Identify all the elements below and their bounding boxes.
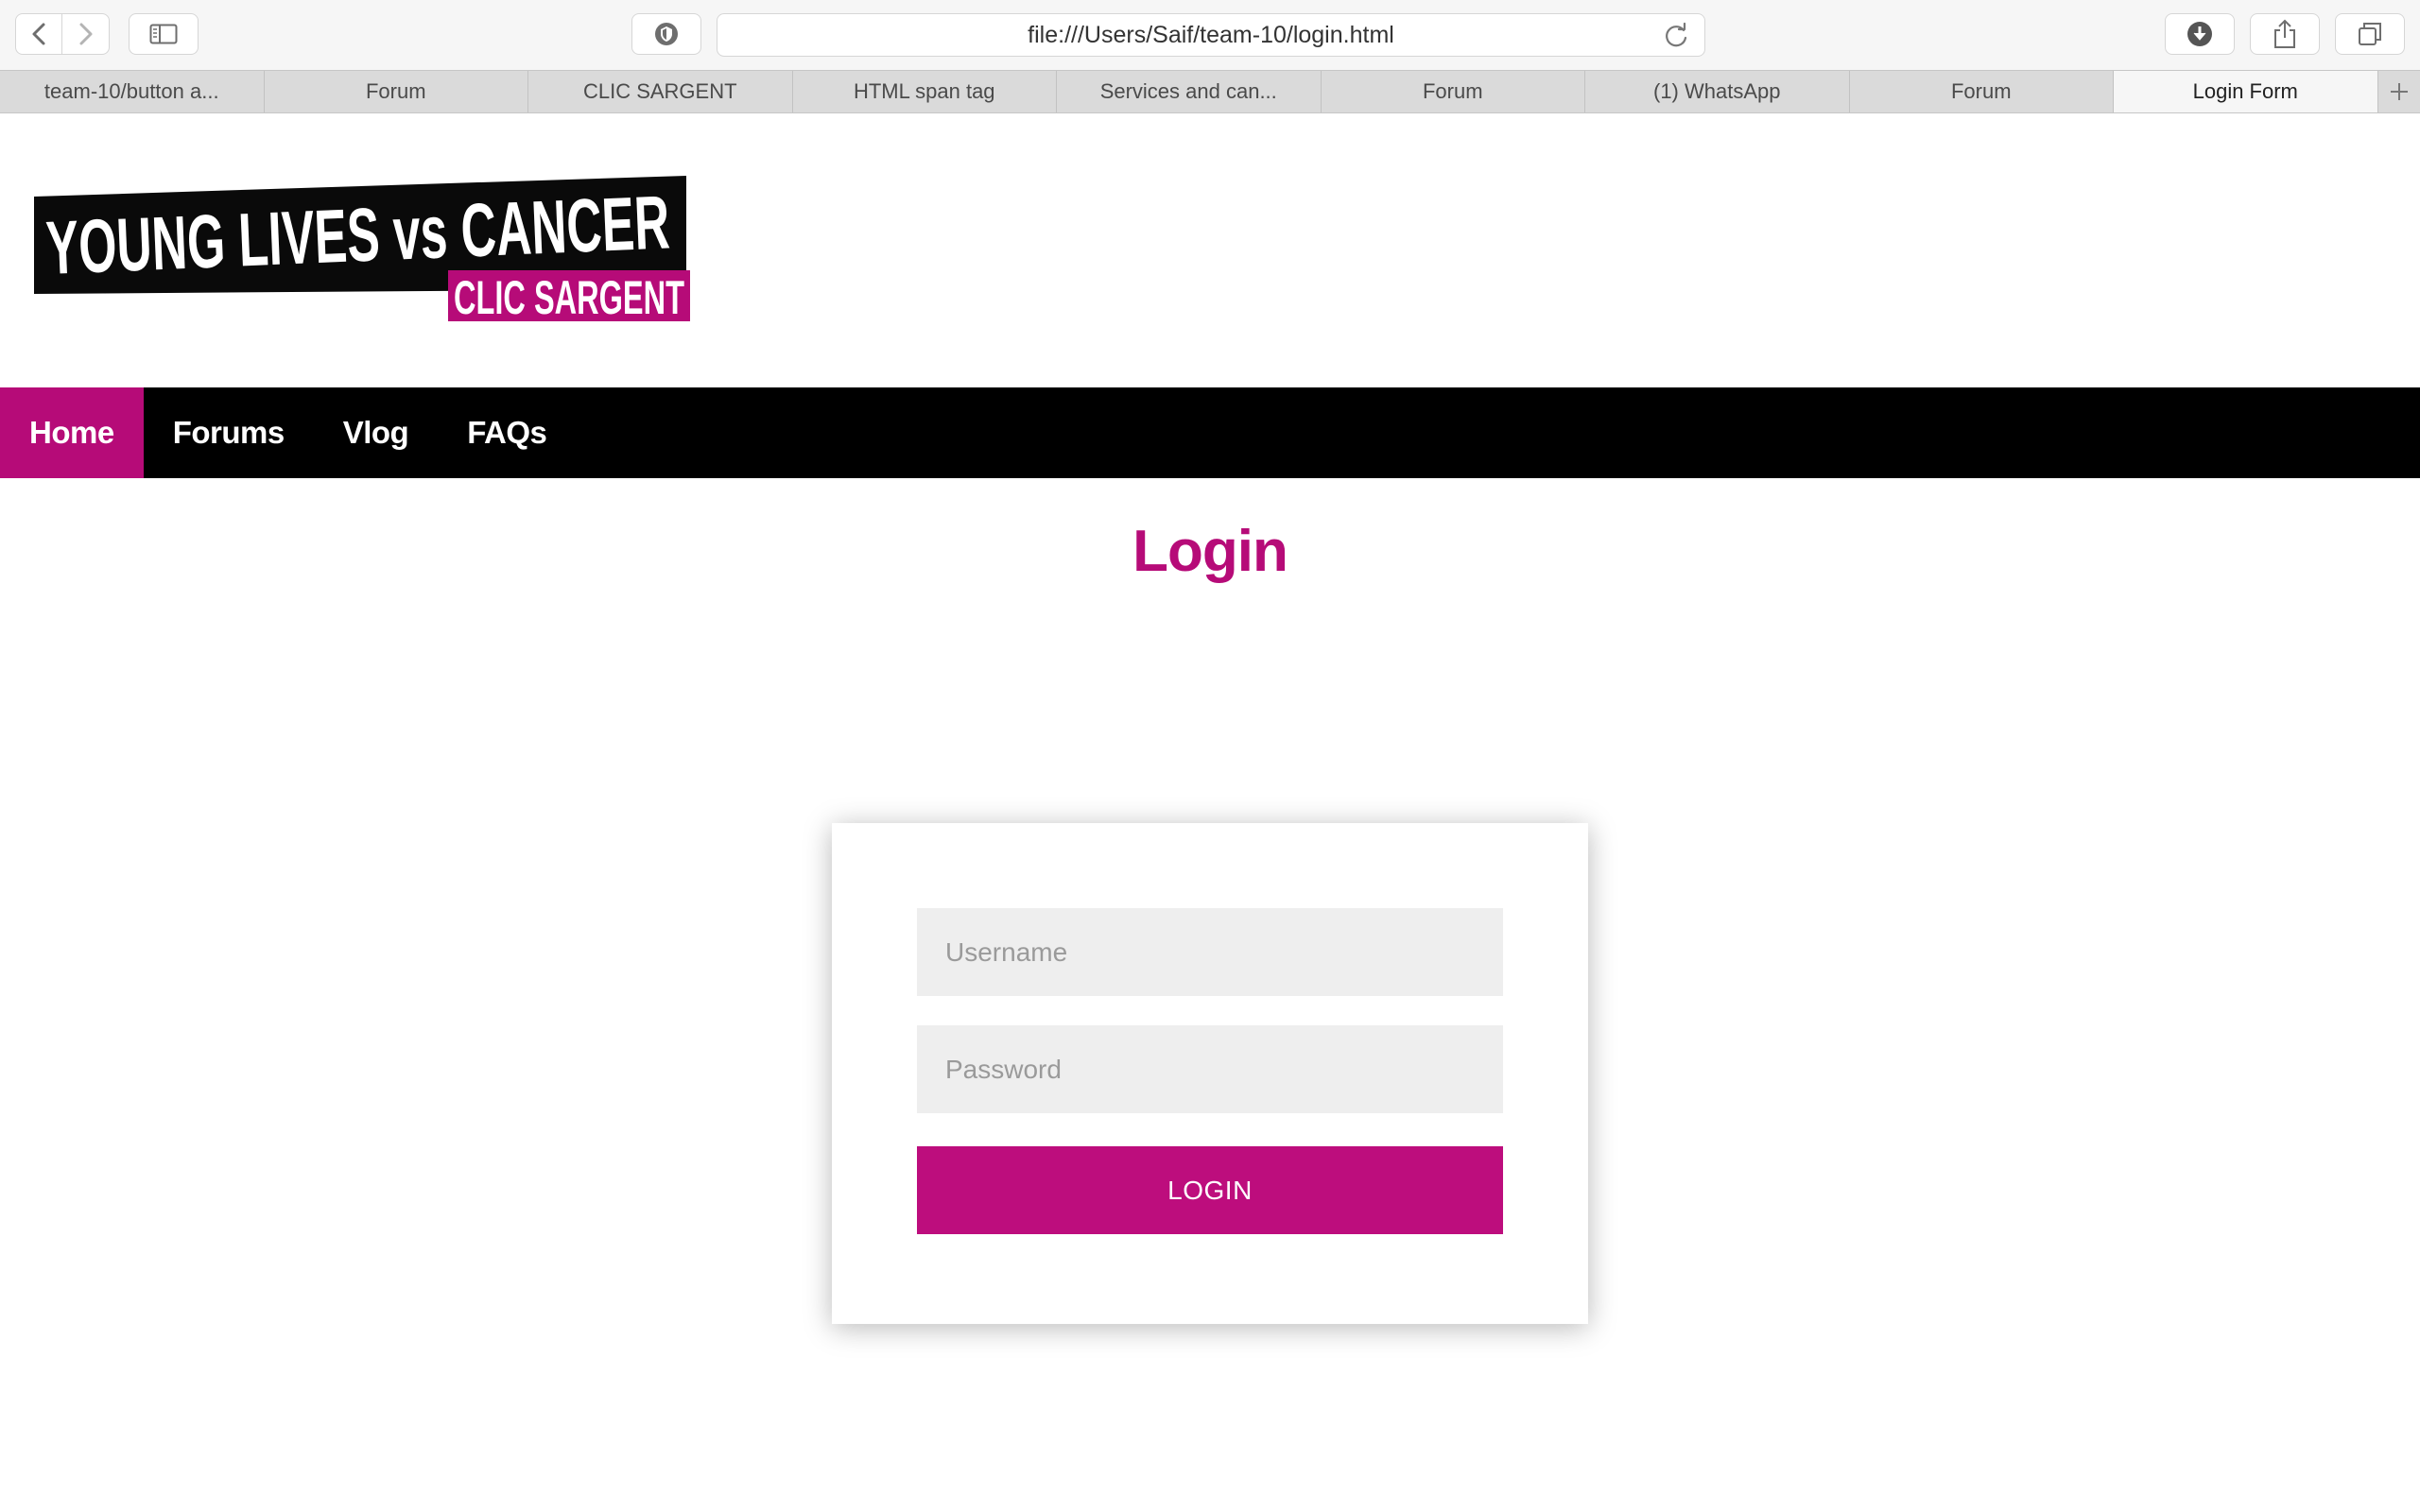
tab-bar: team-10/button a... Forum CLIC SARGENT H… — [0, 70, 2420, 113]
tab-forum[interactable]: Forum — [265, 71, 528, 112]
tab-whatsapp[interactable]: (1) WhatsApp — [1585, 71, 1850, 112]
chevron-left-icon — [32, 23, 45, 45]
tab-button[interactable]: team-10/button a... — [0, 71, 265, 112]
back-button[interactable] — [16, 14, 62, 54]
address-bar[interactable]: file:///Users/Saif/team-10/login.html — [717, 13, 1705, 57]
sidebar-icon — [149, 24, 178, 44]
tab-label: Forum — [1950, 79, 2012, 103]
username-field[interactable] — [917, 908, 1503, 996]
tab-clic-sargent[interactable]: CLIC SARGENT — [528, 71, 793, 112]
tab-html-span[interactable]: HTML span tag — [793, 71, 1057, 112]
forward-button[interactable] — [62, 14, 109, 54]
address-text: file:///Users/Saif/team-10/login.html — [1028, 21, 1394, 48]
share-icon — [2274, 19, 2295, 48]
tab-label: (1) WhatsApp — [1653, 79, 1781, 103]
download-icon — [2187, 22, 2212, 46]
main-navbar: Home Forums Vlog FAQs — [0, 387, 2420, 478]
downloads-button[interactable] — [2165, 13, 2235, 55]
password-field[interactable] — [917, 1025, 1503, 1113]
tab-forum[interactable]: Forum — [1850, 71, 2114, 112]
reload-icon[interactable] — [1663, 22, 1691, 50]
history-nav-buttons — [15, 13, 110, 55]
login-button[interactable]: LOGIN — [917, 1146, 1503, 1234]
page-title: Login — [1132, 519, 1288, 584]
tab-label: CLIC SARGENT — [582, 79, 737, 103]
new-tab-button[interactable] — [2378, 71, 2420, 112]
nav-home[interactable]: Home — [0, 387, 144, 478]
tab-label: Forum — [1422, 79, 1483, 103]
tab-login-form[interactable]: Login Form — [2114, 71, 2378, 112]
tab-label: team-10/button a... — [43, 79, 219, 103]
chevron-right-icon — [79, 23, 92, 45]
show-all-tabs-button[interactable] — [2335, 13, 2405, 55]
logo-line2: CLIC SARGENT — [454, 271, 684, 324]
share-button[interactable] — [2250, 13, 2320, 55]
sidebar-toggle-button[interactable] — [129, 13, 199, 55]
plus-icon — [2390, 83, 2408, 100]
site-logo[interactable]: YOUNG LIVES vs CANCER CLIC SARGENT — [34, 176, 696, 327]
tabs-overview-icon — [2359, 23, 2381, 45]
tab-services[interactable]: Services and can... — [1057, 71, 1322, 112]
shield-icon — [655, 23, 678, 45]
login-card: LOGIN — [832, 823, 1588, 1324]
tab-label: Login Form — [2192, 79, 2298, 103]
browser-toolbar: file:///Users/Saif/team-10/login.html — [0, 0, 2420, 70]
nav-forums[interactable]: Forums — [144, 387, 314, 478]
privacy-report-button[interactable] — [631, 13, 701, 55]
nav-faqs[interactable]: FAQs — [438, 387, 576, 478]
tab-forum[interactable]: Forum — [1322, 71, 1585, 112]
tab-label: HTML span tag — [853, 79, 995, 103]
nav-vlog[interactable]: Vlog — [314, 387, 439, 478]
tab-label: Forum — [365, 79, 426, 103]
tab-label: Services and can... — [1099, 79, 1277, 103]
